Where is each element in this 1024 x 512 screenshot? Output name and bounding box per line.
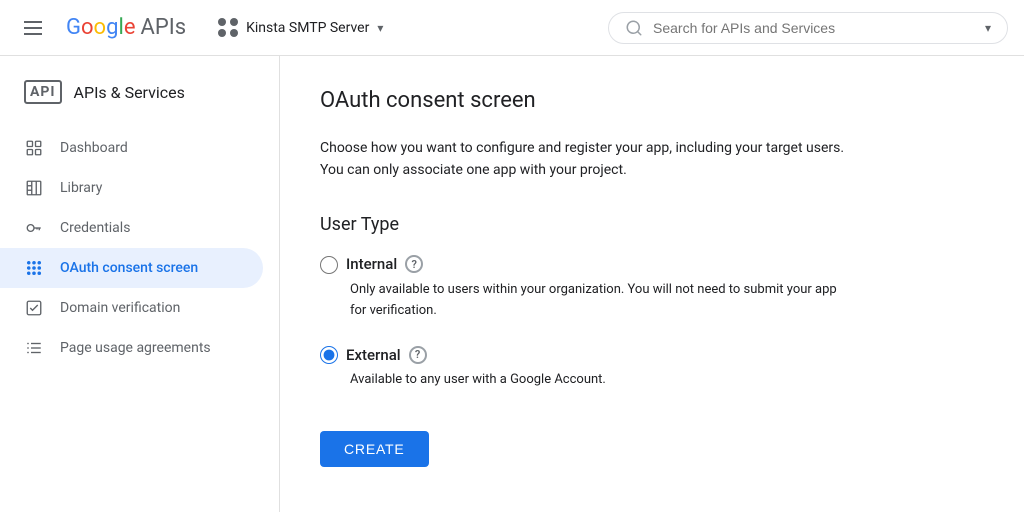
project-name: Kinsta SMTP Server <box>246 20 369 36</box>
external-description: Available to any user with a Google Acco… <box>350 370 606 391</box>
sidebar: API APIs & Services Dashboard <box>0 56 280 512</box>
sidebar-item-label: Library <box>60 180 102 196</box>
search-input[interactable] <box>653 20 977 36</box>
project-dots-icon <box>218 18 238 38</box>
api-badge: API <box>24 80 62 104</box>
key-icon <box>24 218 44 238</box>
sidebar-header: API APIs & Services <box>0 64 279 120</box>
sidebar-item-domain[interactable]: Domain verification <box>0 288 263 328</box>
apis-text: APIs <box>140 15 186 40</box>
sidebar-item-credentials[interactable]: Credentials <box>0 208 263 248</box>
sidebar-title: APIs & Services <box>74 83 185 102</box>
search-icon <box>625 19 643 37</box>
main-content: OAuth consent screen Choose how you want… <box>280 56 1024 512</box>
radio-option-external: External ? Available to any user with a … <box>320 345 984 407</box>
grid-icon <box>24 138 44 158</box>
dots-grid-icon <box>24 258 44 278</box>
external-help-icon[interactable]: ? <box>409 346 427 364</box>
sidebar-item-dashboard[interactable]: Dashboard <box>0 128 263 168</box>
sidebar-item-label: Dashboard <box>60 140 128 156</box>
project-dropdown-arrow-icon: ▾ <box>377 21 383 35</box>
sidebar-item-label: Page usage agreements <box>60 340 211 356</box>
sidebar-item-oauth[interactable]: OAuth consent screen <box>0 248 263 288</box>
list-icon <box>24 338 44 358</box>
radio-internal-label: Internal <box>346 255 397 273</box>
checkbox-icon <box>24 298 44 318</box>
radio-external[interactable] <box>320 346 338 364</box>
internal-help-icon[interactable]: ? <box>405 255 423 273</box>
search-bar[interactable]: ▾ <box>608 12 1008 44</box>
sidebar-nav: Dashboard Library <box>0 128 279 368</box>
google-apis-logo[interactable]: Google APIs <box>66 15 186 40</box>
search-dropdown-arrow-icon: ▾ <box>985 21 991 35</box>
library-icon <box>24 178 44 198</box>
sidebar-item-library[interactable]: Library <box>0 168 263 208</box>
radio-external-label: External <box>346 346 401 364</box>
page-title: OAuth consent screen <box>320 88 984 113</box>
radio-internal[interactable] <box>320 256 338 274</box>
app-layout: API APIs & Services Dashboard <box>0 56 1024 512</box>
sidebar-item-label: OAuth consent screen <box>60 260 198 276</box>
create-button[interactable]: CREATE <box>320 431 429 467</box>
sidebar-item-page-usage[interactable]: Page usage agreements <box>0 328 263 368</box>
project-selector[interactable]: Kinsta SMTP Server ▾ <box>210 14 391 42</box>
top-nav: Google APIs Kinsta SMTP Server ▾ ▾ <box>0 0 1024 56</box>
sidebar-item-label: Credentials <box>60 220 130 236</box>
radio-option-internal: Internal ? Only available to users withi… <box>320 255 984 338</box>
user-type-title: User Type <box>320 214 984 235</box>
description-text: Choose how you want to configure and reg… <box>320 137 860 182</box>
hamburger-menu-button[interactable] <box>16 13 50 43</box>
sidebar-item-label: Domain verification <box>60 300 180 316</box>
internal-description: Only available to users within your orga… <box>350 280 850 322</box>
